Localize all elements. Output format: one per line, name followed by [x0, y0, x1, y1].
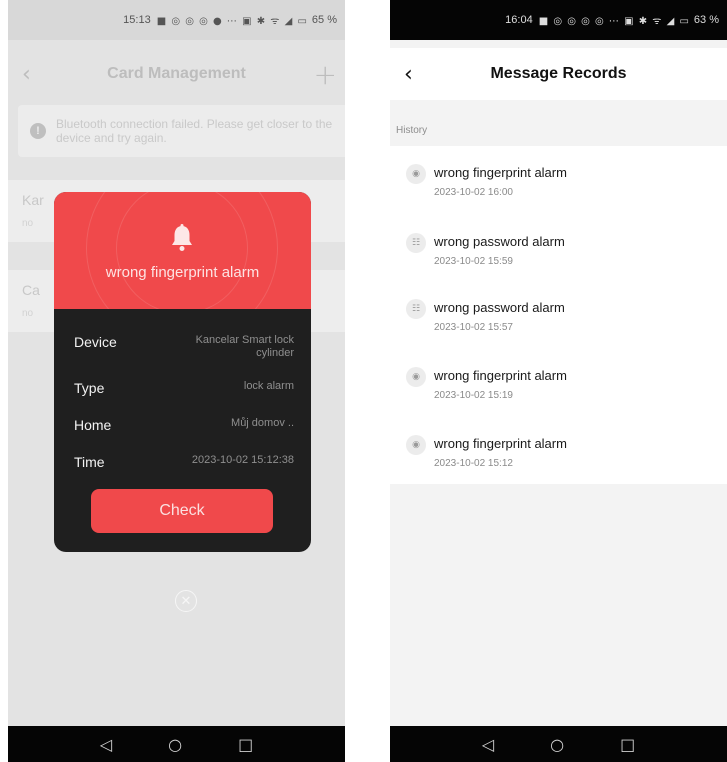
info-row-home: Home Můj domov ..: [74, 417, 294, 433]
section-label: History: [396, 125, 428, 136]
info-key: Home: [74, 417, 112, 433]
home-circle-icon[interactable]: ○: [168, 735, 182, 754]
info-key: Type: [74, 380, 105, 396]
card-row-sub: no: [22, 218, 34, 229]
info-key: Time: [74, 454, 105, 470]
list-item[interactable]: ◉ wrong fingerprint alarm 2023-10-02 15:…: [390, 359, 727, 415]
fingerprint-icon: ◉: [406, 435, 426, 455]
record-title: wrong password alarm: [434, 234, 565, 249]
section-header: History: [390, 112, 727, 146]
page-title: Message Records: [490, 65, 627, 82]
alarm-popup: wrong fingerprint alarm Device Kancelar …: [54, 192, 311, 552]
record-time: 2023-10-02 16:00: [434, 187, 513, 198]
list-item[interactable]: ◉ wrong fingerprint alarm 2023-10-02 16:…: [390, 156, 727, 212]
add-card-button[interactable]: +: [314, 58, 337, 91]
info-row-type: Type lock alarm: [74, 380, 294, 396]
close-popup-icon[interactable]: ✕: [175, 590, 197, 612]
card-row-label: Ca: [22, 282, 40, 298]
info-value: 2023-10-02 15:12:38: [191, 454, 294, 466]
back-triangle-icon[interactable]: ◁: [482, 735, 494, 754]
info-value: lock alarm: [243, 380, 294, 392]
recents-square-icon[interactable]: □: [238, 735, 253, 754]
back-triangle-icon[interactable]: ◁: [100, 735, 112, 754]
info-row-time: Time 2023-10-02 15:12:38: [74, 454, 294, 470]
check-button[interactable]: Check: [91, 489, 273, 533]
fingerprint-icon: ◉: [406, 367, 426, 387]
card-row-sub: no: [22, 308, 34, 319]
banner-text: Bluetooth connection failed. Please get …: [56, 117, 333, 145]
info-row-device: Device Kancelar Smart lock cylinder: [74, 334, 294, 360]
nav-bar: ‹ Card Management +: [8, 48, 345, 100]
status-time: 15:13: [123, 14, 151, 26]
record-time: 2023-10-02 15:59: [434, 256, 513, 267]
status-icons: ■ ◎ ◎ ◎ ◎ ⋯ ▣ ✱ ᯤ ◢ ▭: [538, 16, 690, 27]
warning-icon: !: [30, 123, 46, 139]
keypad-icon: ☷: [406, 299, 426, 319]
alarm-title: wrong fingerprint alarm: [105, 264, 260, 281]
keypad-icon: ☷: [406, 233, 426, 253]
record-time: 2023-10-02 15:12: [434, 458, 513, 469]
battery-level: 65 %: [311, 14, 337, 26]
system-nav-bar: ◁ ○ □: [390, 726, 727, 762]
recents-square-icon[interactable]: □: [620, 735, 635, 754]
info-value: Kancelar Smart lock cylinder: [195, 334, 294, 359]
nav-bar: ‹ Message Records: [390, 48, 727, 100]
bell-icon: [172, 224, 192, 251]
status-time: 16:04: [505, 14, 533, 26]
message-list: ◉ wrong fingerprint alarm 2023-10-02 16:…: [390, 146, 727, 484]
record-time: 2023-10-02 15:19: [434, 390, 513, 401]
message-records-screen: 16:04 ■ ◎ ◎ ◎ ◎ ⋯ ▣ ✱ ᯤ ◢ ▭ 63 % ‹ Messa…: [390, 0, 727, 762]
back-icon[interactable]: ‹: [404, 62, 413, 87]
record-title: wrong fingerprint alarm: [434, 165, 567, 180]
back-icon[interactable]: ‹: [22, 62, 31, 87]
list-item[interactable]: ☷ wrong password alarm 2023-10-02 15:57: [390, 291, 727, 347]
system-nav-bar: ◁ ○ □: [8, 726, 345, 762]
battery-level: 63 %: [693, 14, 719, 26]
record-title: wrong fingerprint alarm: [434, 436, 567, 451]
card-row-label: Kar: [22, 192, 44, 208]
info-key: Device: [74, 334, 117, 350]
status-bar: 15:13 ■ ◎ ◎ ◎ ● ⋯ ▣ ✱ ᯤ ◢ ▭ 65 %: [8, 0, 345, 40]
card-management-screen: 15:13 ■ ◎ ◎ ◎ ● ⋯ ▣ ✱ ᯤ ◢ ▭ 65 % ‹ Card …: [8, 0, 345, 762]
bluetooth-warning-banner: ! Bluetooth connection failed. Please ge…: [18, 105, 345, 157]
page-title: Card Management: [107, 65, 246, 82]
home-circle-icon[interactable]: ○: [550, 735, 564, 754]
status-icons: ■ ◎ ◎ ◎ ● ⋯ ▣ ✱ ᯤ ◢ ▭: [156, 16, 308, 27]
alarm-popup-header: wrong fingerprint alarm: [54, 192, 311, 309]
info-value: Můj domov ..: [231, 417, 294, 429]
status-bar: 16:04 ■ ◎ ◎ ◎ ◎ ⋯ ▣ ✱ ᯤ ◢ ▭ 63 %: [390, 0, 727, 40]
fingerprint-icon: ◉: [406, 164, 426, 184]
record-title: wrong password alarm: [434, 300, 565, 315]
list-item[interactable]: ☷ wrong password alarm 2023-10-02 15:59: [390, 225, 727, 281]
list-item[interactable]: ◉ wrong fingerprint alarm 2023-10-02 15:…: [390, 427, 727, 483]
record-time: 2023-10-02 15:57: [434, 322, 513, 333]
record-title: wrong fingerprint alarm: [434, 368, 567, 383]
